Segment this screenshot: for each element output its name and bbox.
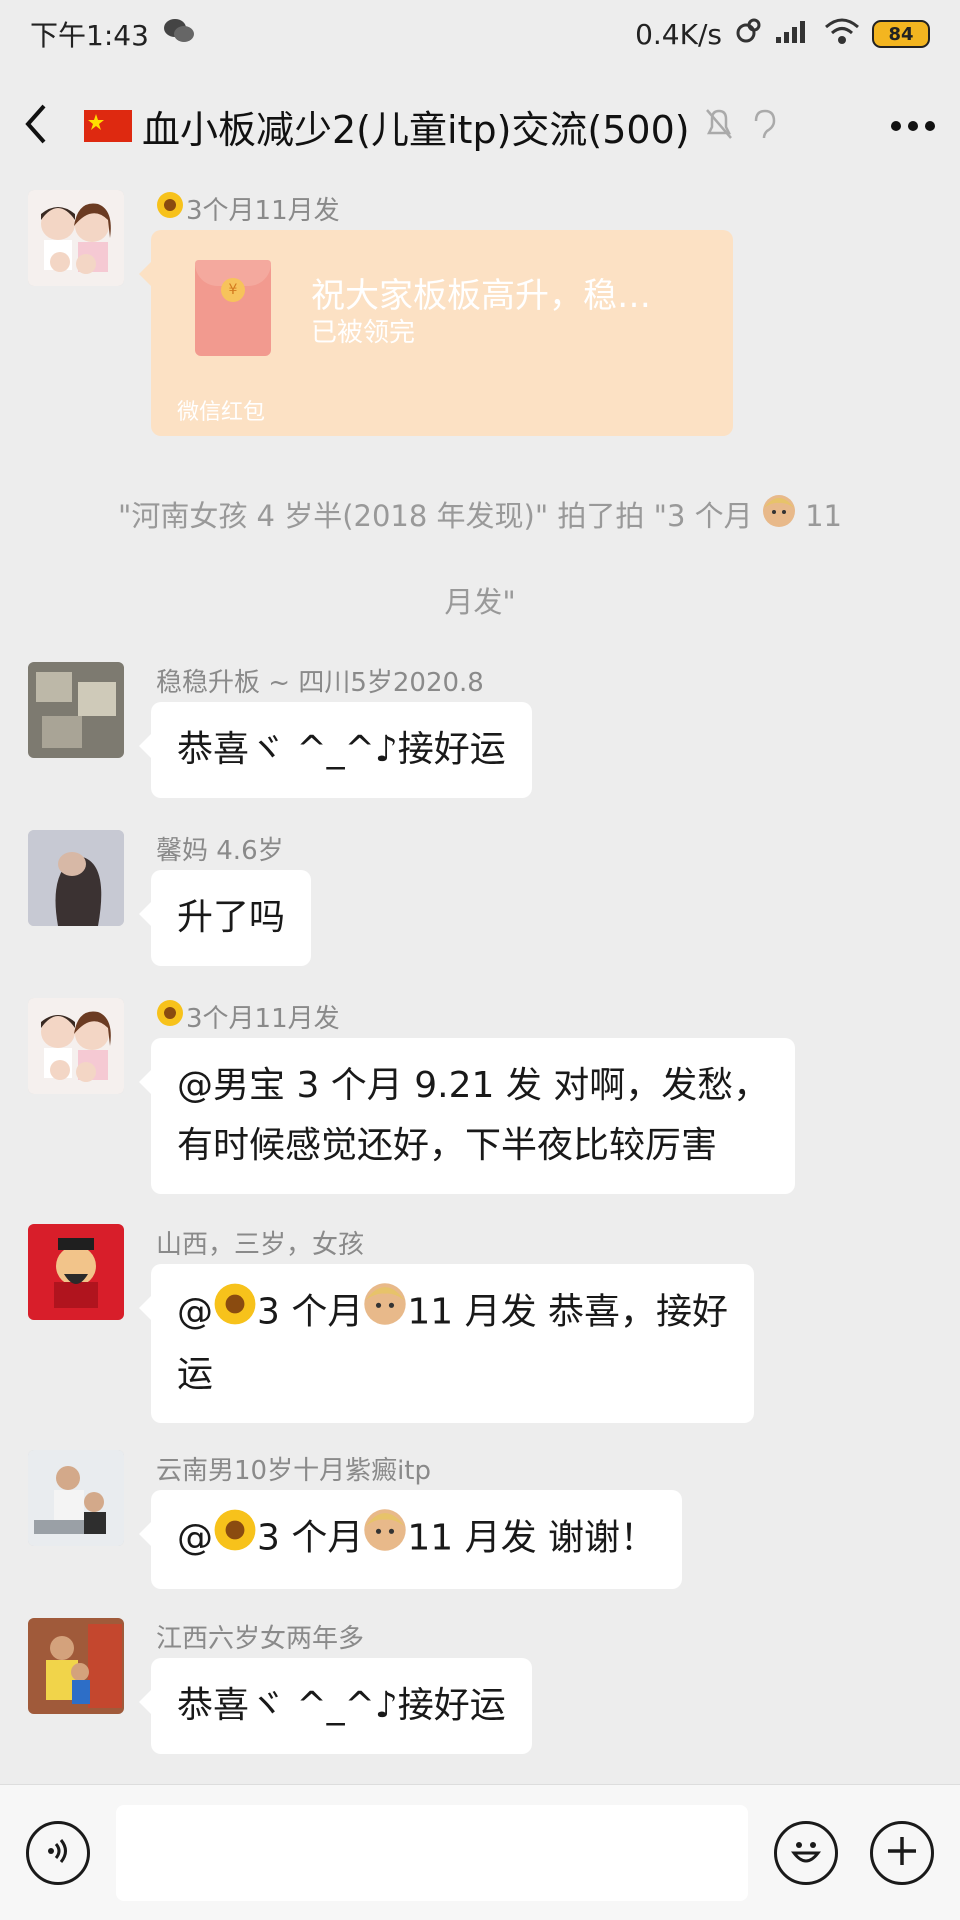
sunflower-emoji-icon [213, 1282, 257, 1345]
china-flag-icon [84, 110, 132, 142]
voice-input-button[interactable] [26, 1821, 90, 1885]
message-item: 稳稳升板 ~ 四川5岁2020.8 恭喜ヾ ^_^♪接好运 [28, 662, 928, 802]
message-item: 云南男10岁十月紫癜itp @3 个月 11 月发 谢谢！ [28, 1450, 928, 1590]
sender-name: 3个月11月发 [156, 190, 340, 227]
message-bubble[interactable]: @3 个月 11 月发 恭喜，接好 运 [138, 1264, 755, 1423]
sender-name: 山西，三岁，女孩 [156, 1230, 365, 1260]
more-functions-button[interactable] [870, 1821, 934, 1885]
signal-icon [774, 17, 812, 52]
message-input[interactable] [116, 1805, 748, 1901]
avatar[interactable] [28, 998, 124, 1094]
network-speed: 0.4K/s [635, 17, 722, 51]
wechat-notification-icon [163, 17, 195, 52]
child-face-emoji-icon [363, 1282, 407, 1345]
sender-name: 3个月11月发 [156, 998, 340, 1035]
wifi-icon [824, 17, 860, 52]
message-bubble[interactable]: 恭喜ヾ ^_^♪接好运 [139, 1658, 532, 1754]
earpiece-icon [750, 107, 778, 145]
message-bubble[interactable]: 恭喜ヾ ^_^♪接好运 [139, 702, 532, 798]
voice-icon [42, 1835, 74, 1871]
status-bar: 下午1:43 0.4K/s 84 [0, 0, 960, 68]
plus-icon [884, 1833, 920, 1873]
message-item: 3个月11月发 @男宝 3 个月 9.21 发 对啊，发愁， 有时候感觉还好，下… [28, 998, 928, 1208]
hotspot-icon [734, 17, 762, 52]
avatar[interactable] [28, 662, 124, 758]
avatar[interactable] [28, 1618, 124, 1714]
sender-name: 稳稳升板 ~ 四川5岁2020.8 [156, 668, 484, 698]
message-item: 江西六岁女两年多 恭喜ヾ ^_^♪接好运 [28, 1618, 928, 1758]
message-item: 馨妈 4.6岁 升了吗 [28, 830, 928, 970]
message-bubble[interactable]: @男宝 3 个月 9.21 发 对啊，发愁， 有时候感觉还好，下半夜比较厉害 [138, 1038, 796, 1194]
chat-header: 血小板减少2(儿童itp)交流(500) [0, 68, 960, 184]
message-item: 山西，三岁，女孩 @3 个月 11 月发 恭喜，接好 运 [28, 1224, 928, 1434]
avatar[interactable] [28, 1224, 124, 1320]
status-time: 下午1:43 [30, 19, 149, 52]
red-packet-status: 已被领完 [311, 318, 416, 348]
more-options-icon[interactable] [890, 117, 936, 136]
sunflower-emoji-icon [213, 1508, 257, 1571]
smiley-icon [786, 1831, 826, 1875]
avatar[interactable] [28, 830, 124, 926]
battery-indicator: 84 [872, 20, 930, 48]
sender-name: 馨妈 4.6岁 [156, 836, 284, 866]
red-envelope-icon: ¥ [195, 260, 271, 356]
mute-bell-icon [704, 107, 734, 145]
avatar[interactable] [28, 190, 124, 286]
sender-name: 江西六岁女两年多 [156, 1624, 365, 1654]
emoji-button[interactable] [774, 1821, 838, 1885]
red-packet-brand: 微信红包 [177, 400, 266, 425]
child-face-emoji-icon [363, 1508, 407, 1571]
child-face-emoji-icon [762, 476, 796, 560]
chat-title-text: 血小板减少2(儿童itp)交流(500) [142, 107, 690, 152]
message-bubble[interactable]: 升了吗 [138, 870, 312, 966]
message-item: 3个月11月发 ¥ 祝大家板板高升，稳… 已被领完 微信红包 [28, 190, 928, 450]
message-bubble[interactable]: @3 个月 11 月发 谢谢！ [138, 1490, 683, 1589]
red-packet-card[interactable]: ¥ 祝大家板板高升，稳… 已被领完 微信红包 [139, 230, 733, 436]
system-message: "河南女孩 4 岁半(2018 年发现)" 拍了拍 "3 个月 11 月发" [60, 474, 900, 644]
back-arrow-icon[interactable] [24, 104, 48, 148]
input-bar [0, 1784, 960, 1920]
avatar[interactable] [28, 1450, 124, 1546]
chat-area[interactable]: 3个月11月发 ¥ 祝大家板板高升，稳… 已被领完 微信红包 "河南女孩 4 岁… [0, 184, 960, 1780]
chat-title: 血小板减少2(儿童itp)交流(500) [84, 99, 690, 154]
sender-name: 云南男10岁十月紫癜itp [156, 1456, 432, 1486]
sunflower-emoji-icon [156, 191, 184, 226]
red-packet-title: 祝大家板板高升，稳… [311, 276, 651, 316]
sunflower-emoji-icon [156, 999, 184, 1034]
